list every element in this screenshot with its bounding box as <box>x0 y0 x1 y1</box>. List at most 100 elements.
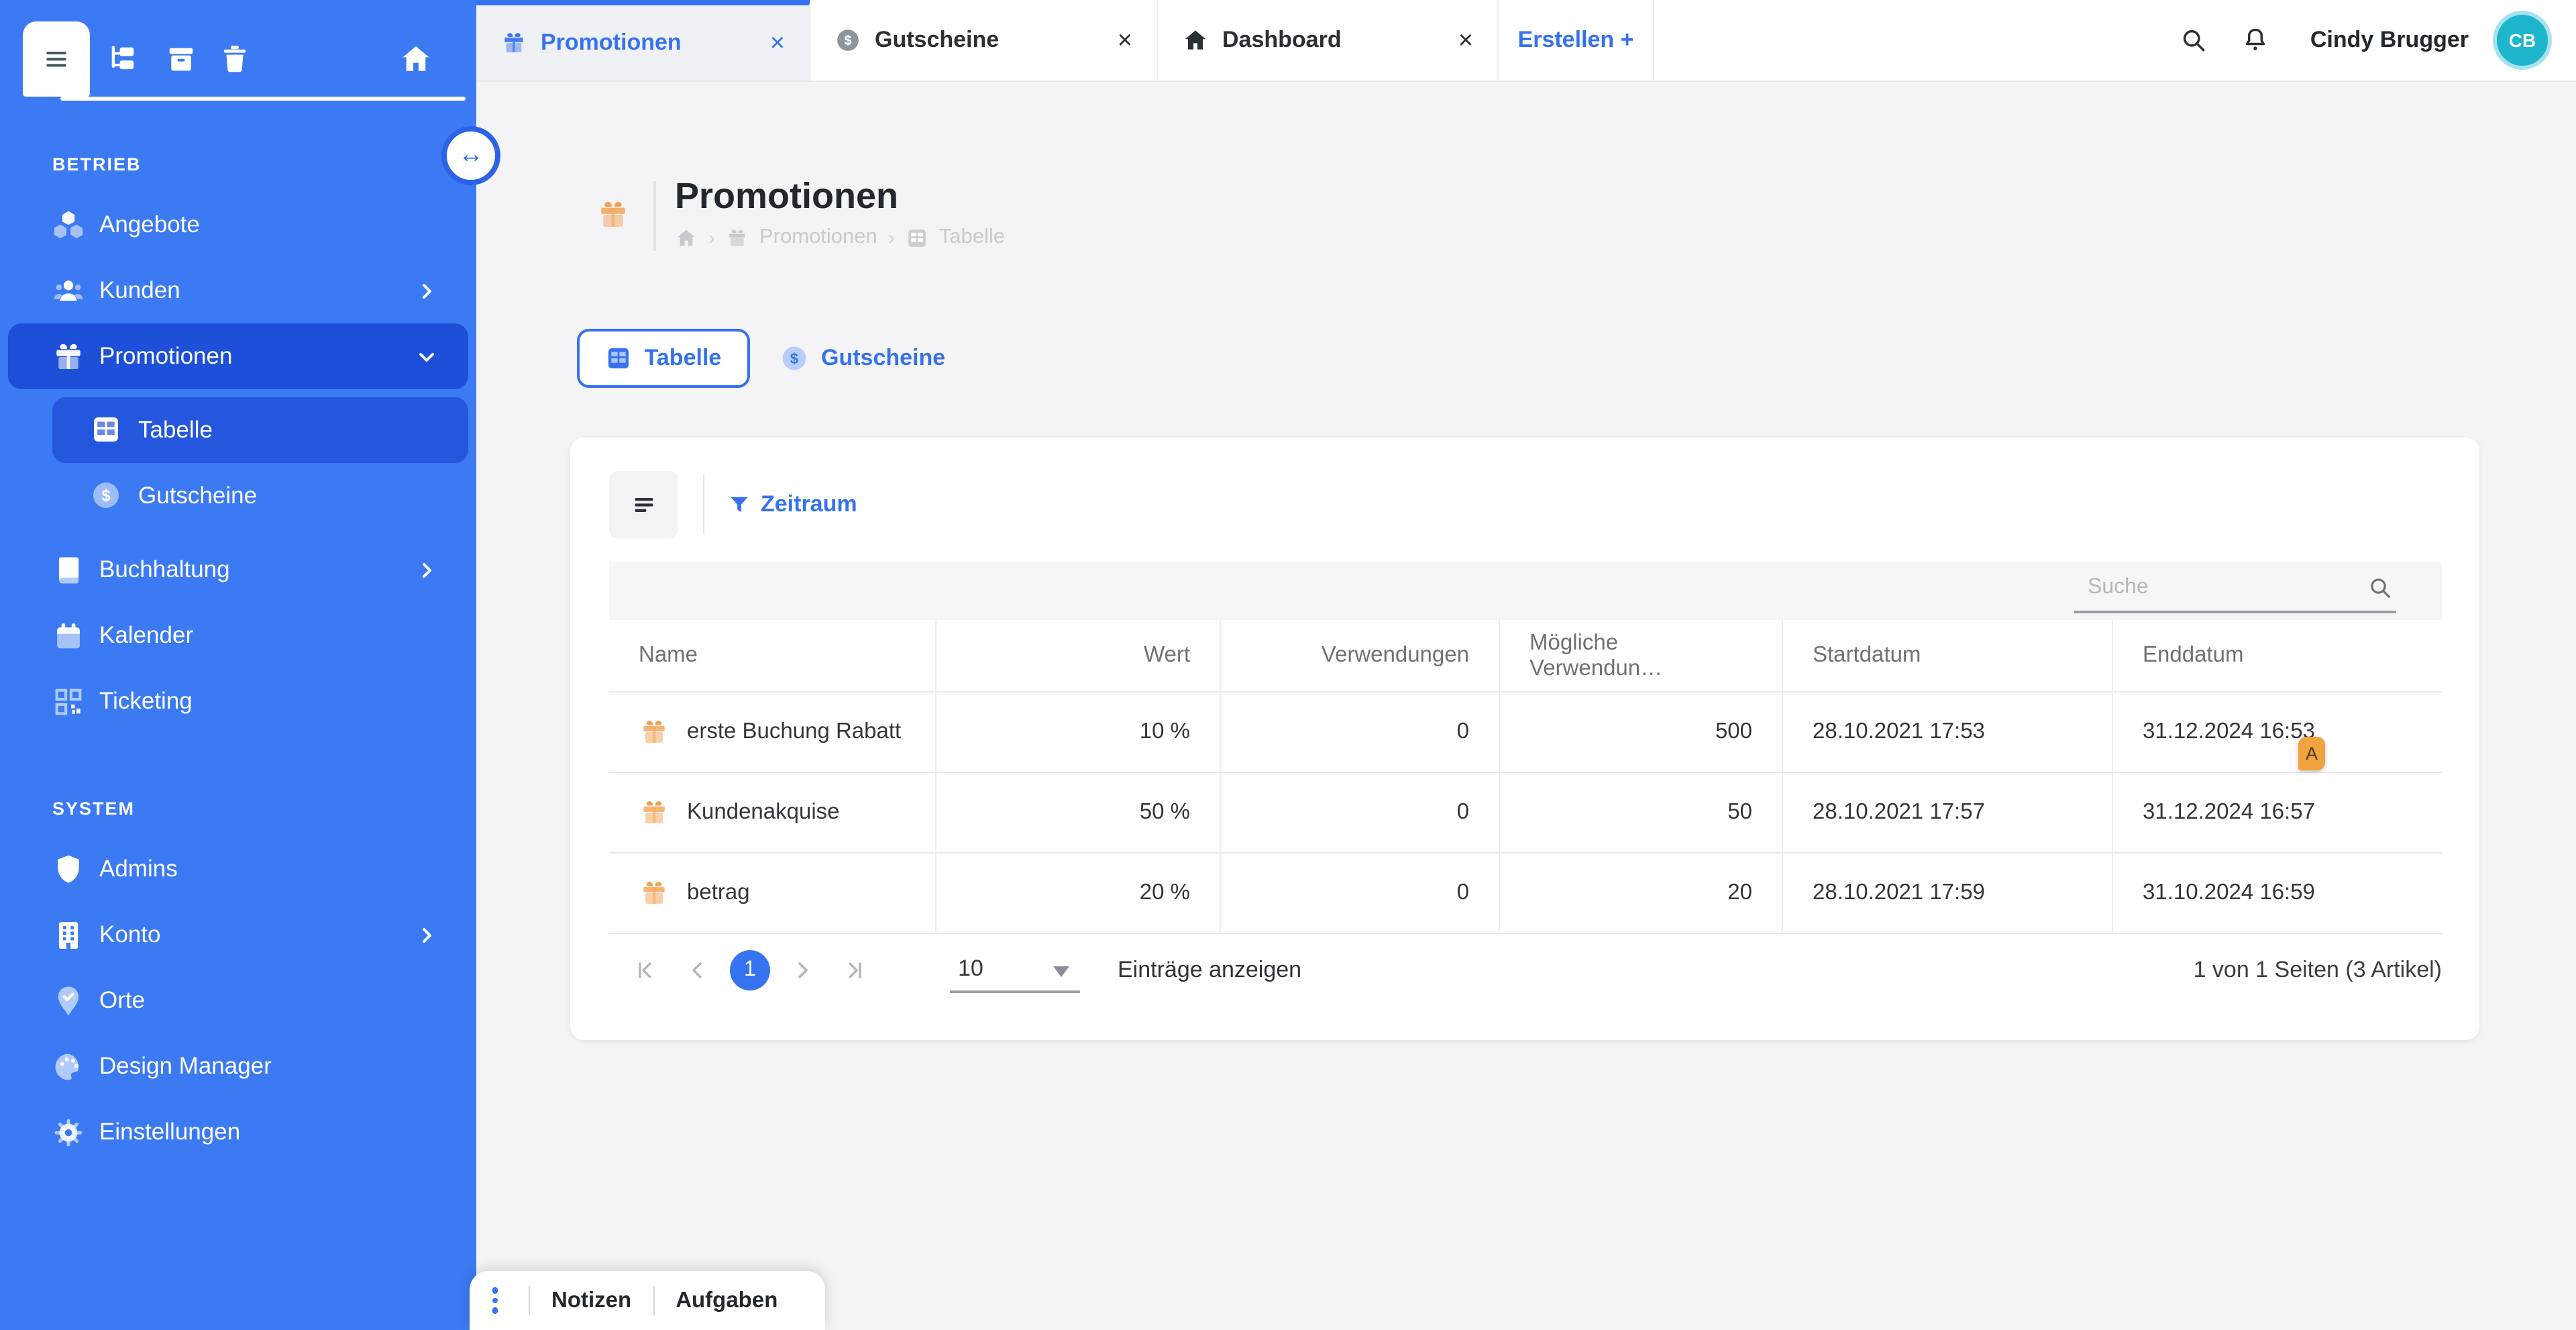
search-underline <box>2074 611 2396 613</box>
table-row-cell[interactable]: 28.10.2021 17:53 <box>1783 693 2113 773</box>
hamburger-icon <box>630 491 657 518</box>
sidebar-item-label: Kunden <box>99 276 180 305</box>
column-header[interactable]: Verwendungen <box>1221 620 1500 693</box>
data-table: Name Wert Verwendungen Mögliche Verwendu… <box>609 620 2442 934</box>
sidebar-item-kalender[interactable]: Kalender <box>8 603 468 668</box>
badge-dollar-icon: $ <box>835 27 861 54</box>
home-icon[interactable] <box>398 42 433 76</box>
table-row-cell[interactable]: 28.10.2021 17:57 <box>1783 773 2113 854</box>
next-page-icon[interactable] <box>784 952 821 989</box>
tab-gutscheine[interactable]: $ Gutscheine × <box>810 0 1158 81</box>
table-menu-button[interactable] <box>609 471 678 538</box>
search-icon[interactable] <box>2179 25 2208 55</box>
table-row-cell[interactable]: 20 % <box>936 854 1221 934</box>
qr-code-icon <box>51 684 86 719</box>
table-row-cell[interactable]: 50 % <box>936 773 1221 854</box>
chevron-right-icon <box>417 281 436 300</box>
sidebar-item-orte[interactable]: Orte <box>8 968 468 1033</box>
view-toggle-gutscheine[interactable]: $ Gutscheine <box>780 329 945 388</box>
sidebar-item-konto[interactable]: Konto <box>8 902 468 968</box>
table-row-cell[interactable]: 500 <box>1500 693 1783 773</box>
first-page-icon[interactable] <box>628 952 665 989</box>
table-row-cell[interactable]: 28.10.2021 17:59 <box>1783 854 2113 934</box>
table-row-cell[interactable]: 50 <box>1500 773 1783 854</box>
gift-icon <box>639 797 669 828</box>
shield-icon <box>51 852 86 886</box>
table-row-cell[interactable]: 0 <box>1221 854 1500 934</box>
search-icon[interactable] <box>2367 574 2394 601</box>
tab-label: Gutscheine <box>875 27 999 54</box>
table-row-cell[interactable]: erste Buchung Rabatt <box>609 693 936 773</box>
table-row-cell[interactable]: Kundenakquise <box>609 773 936 854</box>
title-divider <box>653 181 656 251</box>
sidebar-item-promotionen[interactable]: Promotionen <box>8 323 468 389</box>
sidebar-item-admins[interactable]: Admins <box>8 836 468 902</box>
view-toggle-tabelle[interactable]: Tabelle <box>577 329 750 388</box>
archive-icon[interactable] <box>164 42 199 76</box>
close-icon[interactable]: × <box>735 30 785 56</box>
gift-icon <box>596 197 631 232</box>
drag-handle-icon[interactable] <box>475 1288 515 1314</box>
sidebar-item-label: Ticketing <box>99 687 193 715</box>
current-page-button[interactable]: 1 <box>730 950 770 990</box>
sidebar-item-einstellungen[interactable]: Einstellungen <box>8 1099 468 1165</box>
sidebar-item-label: Gutscheine <box>138 482 257 510</box>
table-row-cell[interactable]: 31.12.2024 16:53 <box>2113 693 2442 773</box>
table-row-cell[interactable]: 31.12.2024 16:57 <box>2113 773 2442 854</box>
breadcrumb-item[interactable]: Promotionen <box>759 225 877 250</box>
table-row-cell[interactable]: 10 % <box>936 693 1221 773</box>
column-header[interactable]: Enddatum <box>2113 620 2442 693</box>
topbar-actions: Cindy Brugger CB <box>2179 0 2576 81</box>
column-header[interactable]: Mögliche Verwendun… <box>1500 620 1783 693</box>
caret-down-icon <box>1053 966 1069 977</box>
book-icon <box>51 552 86 587</box>
last-page-icon[interactable] <box>835 952 872 989</box>
notizen-button[interactable]: Notizen <box>543 1288 639 1313</box>
sidebar-item-kunden[interactable]: Kunden <box>8 258 468 323</box>
tab-create[interactable]: Erstellen + <box>1499 0 1654 81</box>
table-row-cell[interactable]: 31.10.2024 16:59 <box>2113 854 2442 934</box>
column-header[interactable]: Wert <box>936 620 1221 693</box>
sidebar-item-tabelle[interactable]: Tabelle <box>52 397 468 463</box>
prev-page-icon[interactable] <box>679 952 716 989</box>
page-title: Promotionen <box>675 176 898 217</box>
aufgaben-button[interactable]: Aufgaben <box>667 1288 786 1313</box>
toggle-label: Tabelle <box>645 345 722 372</box>
sidebar-header-divider <box>60 97 466 101</box>
sidebar-item-label: Kalender <box>99 621 193 650</box>
sidebar-item-design-manager[interactable]: Design Manager <box>8 1033 468 1099</box>
tab-dashboard[interactable]: Dashboard × <box>1158 0 1499 81</box>
avatar[interactable]: CB <box>2493 11 2552 70</box>
sidebar-collapse-button[interactable]: ↔ <box>441 126 500 185</box>
cubes-icon <box>51 207 86 242</box>
column-header[interactable]: Name <box>609 620 936 693</box>
user-name[interactable]: Cindy Brugger <box>2310 27 2469 54</box>
table-row-cell[interactable]: 0 <box>1221 773 1500 854</box>
sidebar-item-ticketing[interactable]: Ticketing <box>8 668 468 734</box>
home-icon[interactable] <box>675 226 698 249</box>
table-row-cell[interactable]: 20 <box>1500 854 1783 934</box>
folder-tree-icon[interactable] <box>106 42 141 76</box>
column-header[interactable]: Startdatum <box>1783 620 2113 693</box>
sidebar-item-angebote[interactable]: Angebote <box>8 192 468 258</box>
close-icon[interactable]: × <box>1424 28 1473 53</box>
breadcrumb-item[interactable]: Tabelle <box>939 225 1005 250</box>
menu-button[interactable] <box>23 21 90 97</box>
table-row-cell[interactable]: betrag <box>609 854 936 934</box>
trash-icon[interactable] <box>217 42 252 76</box>
building-icon <box>51 917 86 952</box>
bell-icon[interactable] <box>2241 25 2270 55</box>
gift-icon <box>726 226 749 249</box>
search-input[interactable] <box>2074 568 2396 608</box>
filter-label: Zeitraum <box>761 491 857 518</box>
filter-zeitraum[interactable]: Zeitraum <box>727 487 857 522</box>
sidebar-item-buchhaltung[interactable]: Buchhaltung <box>8 537 468 603</box>
sidebar-nav: BETRIEB Angebote Kunden <box>8 154 468 1165</box>
close-icon[interactable]: × <box>1083 28 1132 53</box>
table-row-cell[interactable]: 0 <box>1221 693 1500 773</box>
sidebar-item-gutscheine[interactable]: $ Gutscheine <box>52 463 468 529</box>
tab-promotionen[interactable]: Promotionen × <box>476 0 810 81</box>
page-size-select[interactable]: 10 <box>950 948 1080 993</box>
sidebar-item-label: Orte <box>99 986 145 1015</box>
calendar-icon <box>51 618 86 653</box>
